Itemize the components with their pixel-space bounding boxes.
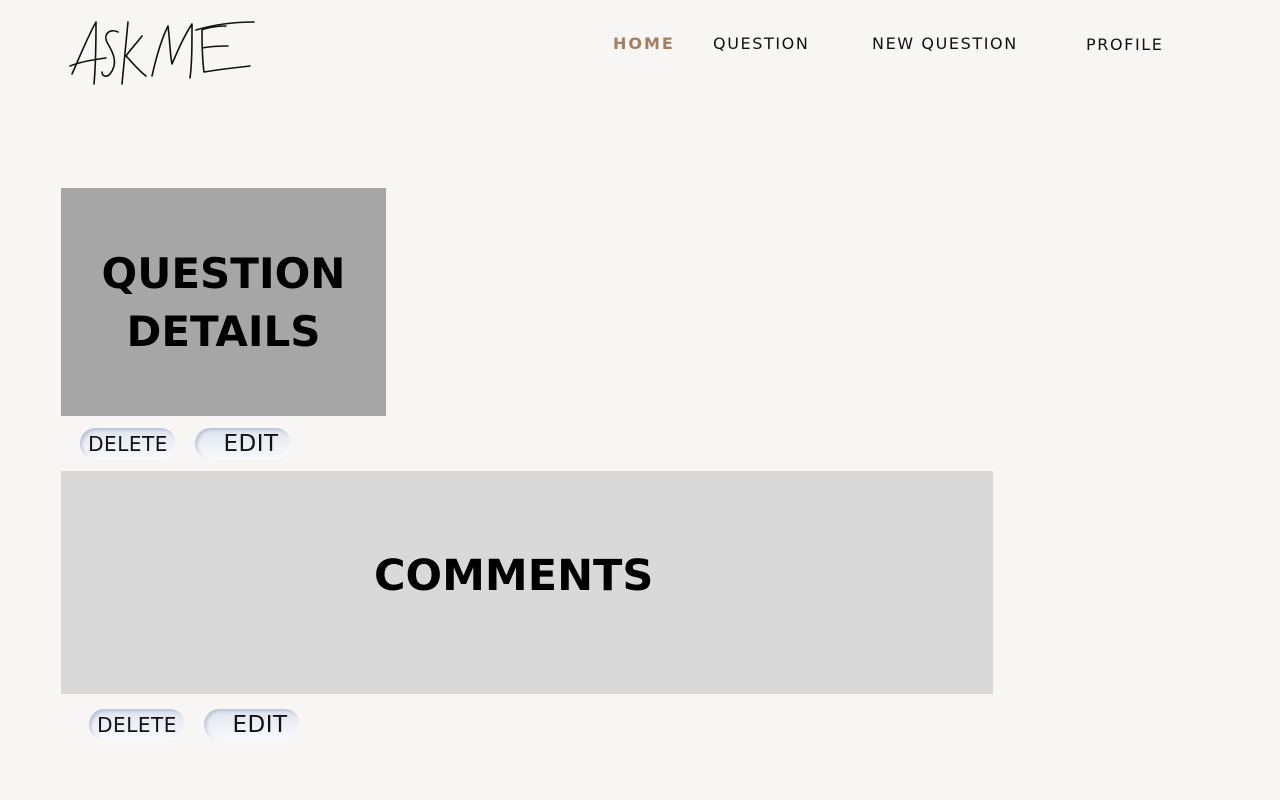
nav-home-link[interactable]: HOME [613, 34, 675, 53]
comment-delete-button[interactable]: DELETE [89, 709, 185, 740]
comment-edit-label: EDIT [232, 711, 288, 738]
comments-panel: COMMENTS [61, 471, 993, 694]
question-delete-button[interactable]: DELETE [80, 428, 176, 459]
question-details-title-line2: DETAILS [126, 307, 321, 356]
nav-question-link[interactable]: QUESTION [713, 34, 809, 53]
question-edit-button[interactable]: EDIT [195, 428, 291, 459]
askme-logo[interactable] [66, 14, 256, 90]
question-details-panel: QUESTION DETAILS [61, 188, 386, 416]
question-edit-label: EDIT [223, 430, 279, 457]
comments-title: COMMENTS [374, 551, 654, 601]
question-delete-label: DELETE [88, 431, 168, 456]
comment-delete-label: DELETE [97, 712, 177, 737]
nav-new-question-link[interactable]: NEW QUESTION [872, 34, 1018, 53]
comment-edit-button[interactable]: EDIT [204, 709, 300, 740]
question-details-title: QUESTION DETAILS [79, 245, 369, 361]
nav-profile-link[interactable]: PROFILE [1086, 35, 1164, 54]
question-details-title-line1: QUESTION [101, 249, 346, 298]
page: HOME QUESTION NEW QUESTION PROFILE QUEST… [0, 0, 1280, 800]
